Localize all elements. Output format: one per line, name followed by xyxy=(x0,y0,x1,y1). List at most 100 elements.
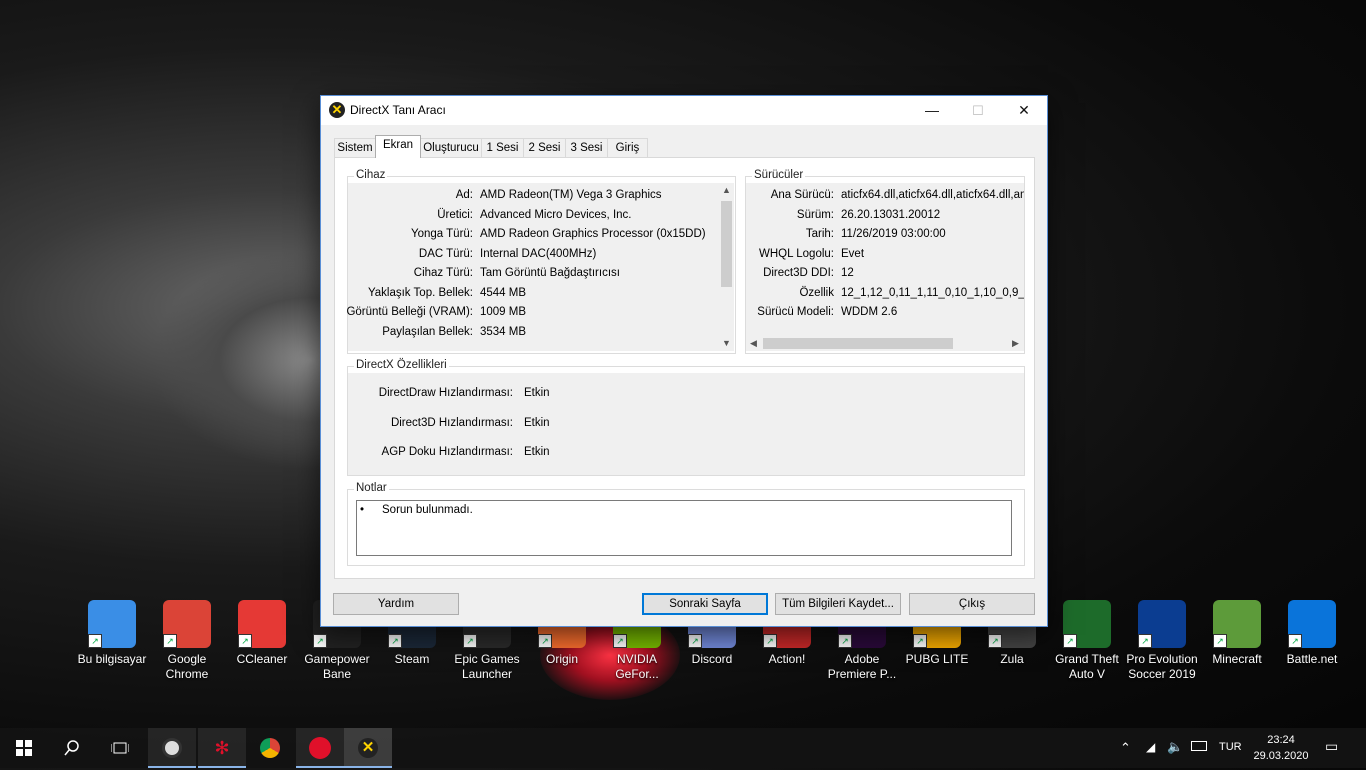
scroll-left-icon[interactable]: ◀ xyxy=(746,336,761,351)
pes-icon: ↗ xyxy=(1138,600,1186,648)
desktop-icon-label: Steam xyxy=(394,652,430,666)
taskbar-chrome[interactable] xyxy=(246,728,294,768)
taskbar-gamepower[interactable] xyxy=(296,728,344,768)
tab-1-sesi[interactable]: 1 Sesi xyxy=(481,138,524,157)
desktop-icon-label: Battle.net xyxy=(1286,652,1338,666)
device-list[interactable]: Ad: AMD Radeon(TM) Vega 3 Graphics Üretic… xyxy=(346,183,719,351)
tab-panel-ekran: Cihaz Ad: AMD Radeon(TM) Vega 3 Graphics… xyxy=(334,157,1035,579)
task-view-button[interactable] xyxy=(96,728,144,768)
maximize-button[interactable]: ☐ xyxy=(955,96,1001,125)
action-center-icon[interactable]: ▭ xyxy=(1325,738,1338,755)
notes-box[interactable]: • Sorun bulunmadı. xyxy=(356,500,1012,556)
search-button[interactable] xyxy=(48,728,96,768)
save-all-button[interactable]: Tüm Bilgileri Kaydet... xyxy=(775,593,901,615)
battery-icon[interactable] xyxy=(1191,741,1207,754)
ccleaner-icon: ↗ xyxy=(238,600,286,648)
shortcut-arrow-icon: ↗ xyxy=(88,634,102,648)
close-button[interactable]: ✕ xyxy=(1001,96,1047,125)
shortcut-arrow-icon: ↗ xyxy=(1063,634,1077,648)
shortcut-arrow-icon: ↗ xyxy=(763,634,777,648)
driver-row-value: WDDM 2.6 xyxy=(841,306,898,318)
desktop-icon-label: Bu bilgisayar xyxy=(77,652,147,666)
desktop-icon-label: CCleaner xyxy=(236,652,288,666)
window-title: DirectX Tanı Aracı xyxy=(350,103,446,117)
directx-taskbar-icon: ✕ xyxy=(358,737,378,758)
notes-text: Sorun bulunmadı. xyxy=(382,504,473,516)
desktop-icon-computer[interactable]: ↗ Bu bilgisayar xyxy=(75,600,149,667)
scroll-up-icon[interactable]: ▲ xyxy=(719,183,734,198)
desktop-icon-label: Gamepower Bane xyxy=(304,652,370,681)
minimize-button[interactable]: — xyxy=(909,96,955,125)
shortcut-arrow-icon: ↗ xyxy=(1288,634,1302,648)
desktop-icon-battlenet[interactable]: ↗ Battle.net xyxy=(1275,600,1349,667)
clock-time: 23:24 xyxy=(1267,734,1295,746)
notes-group-label: Notlar xyxy=(354,482,389,494)
device-group: Cihaz Ad: AMD Radeon(TM) Vega 3 Graphics… xyxy=(346,169,736,354)
directx-window: ✕ DirectX Tanı Aracı — ☐ ✕ Sistem Ekran … xyxy=(320,95,1048,627)
shortcut-arrow-icon: ↗ xyxy=(163,634,177,648)
volume-icon[interactable]: 🔈 xyxy=(1167,739,1183,755)
language-indicator[interactable]: TUR xyxy=(1219,741,1242,753)
desktop-icon-label: Zula xyxy=(1000,652,1024,666)
scroll-down-icon[interactable]: ▼ xyxy=(719,336,734,351)
driver-row-value: 12 xyxy=(841,267,854,279)
desktop-icon-label: Epic Games Launcher xyxy=(454,652,520,681)
desktop-icon-label: Grand Theft Auto V xyxy=(1055,652,1119,681)
desktop-icon-label: Pro Evolution Soccer 2019 xyxy=(1126,652,1198,681)
tab-olusturucu[interactable]: Oluşturucu xyxy=(420,138,482,157)
help-button[interactable]: Yardım xyxy=(333,593,459,615)
title-bar[interactable]: ✕ DirectX Tanı Aracı — ☐ ✕ xyxy=(321,96,1047,125)
search-icon xyxy=(64,740,79,756)
tab-3-sesi[interactable]: 3 Sesi xyxy=(565,138,608,157)
tab-2-sesi[interactable]: 2 Sesi xyxy=(523,138,566,157)
taskbar-red-app[interactable]: ✻ xyxy=(198,728,246,768)
device-scrollbar[interactable]: ▲ ▼ xyxy=(719,183,734,351)
shortcut-arrow-icon: ↗ xyxy=(313,634,327,648)
directx-icon: ✕ xyxy=(329,102,345,118)
scroll-thumb[interactable] xyxy=(721,201,732,287)
task-view-icon xyxy=(110,742,130,754)
device-row-value: Internal DAC(400MHz) xyxy=(480,247,597,260)
desktop-icon-chrome[interactable]: ↗ Google Chrome xyxy=(150,600,224,682)
tab-ekran[interactable]: Ekran xyxy=(375,135,421,158)
shortcut-arrow-icon: ↗ xyxy=(1213,634,1227,648)
computer-icon: ↗ xyxy=(88,600,136,648)
hscroll-thumb[interactable] xyxy=(763,338,953,349)
clock[interactable]: 23:24 29.03.2020 xyxy=(1253,732,1309,764)
device-row-value: AMD Radeon Graphics Processor (0x15DD) xyxy=(480,228,706,240)
exit-button[interactable]: Çıkış xyxy=(909,593,1035,615)
driver-row-value: Evet xyxy=(841,247,865,260)
drivers-hscrollbar[interactable]: ◀ ▶ xyxy=(746,336,1024,351)
minecraft-icon: ↗ xyxy=(1213,600,1261,648)
shortcut-arrow-icon: ↗ xyxy=(238,634,252,648)
disc-icon xyxy=(162,737,182,758)
taskbar-directx[interactable]: ✕ xyxy=(344,728,392,768)
start-button[interactable] xyxy=(0,728,48,768)
desktop-icon-label: Discord xyxy=(691,652,733,666)
desktop-icon-label: Origin xyxy=(545,652,578,666)
tab-giris[interactable]: Giriş xyxy=(607,138,648,157)
shortcut-arrow-icon: ↗ xyxy=(463,634,477,648)
device-row-value: 4544 MB xyxy=(480,286,527,299)
desktop-icon-ccleaner[interactable]: ↗ CCleaner xyxy=(225,600,299,667)
notes-bullet: • xyxy=(360,504,365,516)
red-dots-icon: ✻ xyxy=(214,738,230,758)
taskbar-media-app[interactable] xyxy=(148,728,196,768)
device-row-value: 1009 MB xyxy=(480,306,527,318)
features-list: DirectDraw Hızlandırması: Etkin Direct3D … xyxy=(348,373,1024,475)
shortcut-arrow-icon: ↗ xyxy=(1138,634,1152,648)
directx-features-group: DirectX Özellikleri DirectDraw Hızlandır… xyxy=(347,359,1025,476)
wifi-icon[interactable]: ◢ xyxy=(1146,740,1155,754)
drivers-list[interactable]: Ana Sürücü: aticfx64.dll,aticfx64.dll,at… xyxy=(746,183,1024,336)
notes-group: Notlar • Sorun bulunmadı. xyxy=(347,482,1025,566)
scroll-right-icon[interactable]: ▶ xyxy=(1008,336,1023,351)
desktop-icon-gta[interactable]: ↗ Grand Theft Auto V xyxy=(1050,600,1124,682)
chevron-up-icon[interactable]: ⌃ xyxy=(1120,740,1131,756)
device-row-value: Tam Görüntü Bağdaştırıcısı xyxy=(480,267,620,279)
device-row-value: 3534 MB xyxy=(480,325,527,338)
shortcut-arrow-icon: ↗ xyxy=(613,634,627,648)
desktop-icon-pes[interactable]: ↗ Pro Evolution Soccer 2019 xyxy=(1125,600,1199,682)
next-page-button[interactable]: Sonraki Sayfa xyxy=(642,593,768,615)
desktop-icon-minecraft[interactable]: ↗ Minecraft xyxy=(1200,600,1274,667)
tab-sistem[interactable]: Sistem xyxy=(334,138,376,157)
